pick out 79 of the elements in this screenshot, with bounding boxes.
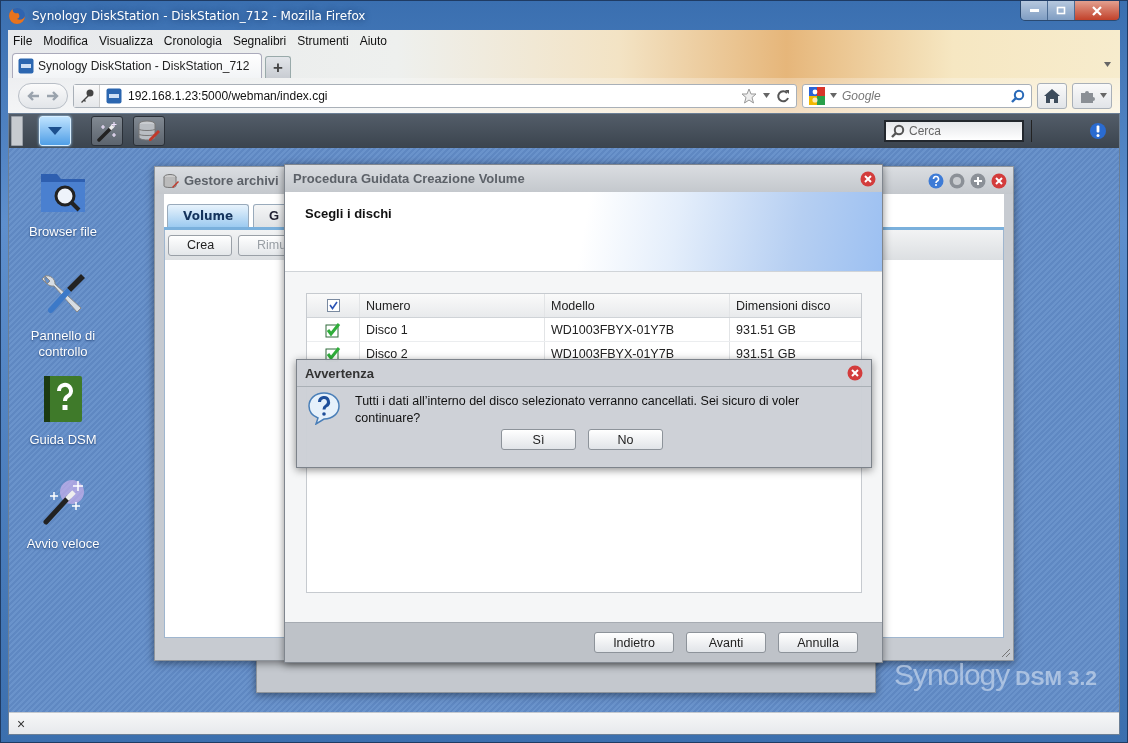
window-title: Gestore archivi [184,173,279,188]
column-header[interactable]: Dimensioni disco [729,294,861,317]
column-header[interactable]: Numero [359,294,544,317]
taskbar-app-button[interactable] [91,116,123,146]
url-text: 192.168.1.23:5000/webman/index.cgi [128,88,329,103]
taskbar-grip-icon[interactable] [11,116,23,146]
brand-name: Synology [893,658,1010,692]
bookmark-star-icon[interactable] [741,87,757,104]
menu-item[interactable]: Visualizza [99,33,153,48]
home-icon [1043,87,1061,104]
database-icon [137,119,161,143]
desktop-icon-label[interactable]: Guida DSM [15,432,111,448]
browser-logo-icon [8,6,26,25]
notification-icon[interactable] [1089,122,1107,140]
dropdown-caret-icon[interactable] [830,93,837,98]
addon-button[interactable] [1072,82,1112,109]
minimize-icon [1029,9,1039,12]
site-identity-button[interactable] [74,84,100,107]
tab[interactable]: Volume [167,204,249,227]
dropdown-caret-icon[interactable] [763,93,770,98]
row-checkbox[interactable] [325,321,341,338]
row-checkbox[interactable] [325,345,341,362]
magic-wand-icon [96,120,118,142]
dialog-button[interactable]: Avanti [686,632,766,653]
desktop-icon-label[interactable]: Pannello di controllo [15,328,111,360]
menu-item[interactable]: Aiuto [359,33,387,48]
menu-item[interactable]: Strumenti [297,33,349,48]
dialog-title: Avvertenza [305,365,374,381]
browser-tab[interactable]: Synology DiskStation - DiskStation_712 [12,53,262,78]
minimize-button[interactable] [1021,1,1048,20]
site-favicon-icon [106,87,122,104]
product-version: DSM 3.2 [1015,666,1097,690]
menu-button[interactable] [39,116,71,146]
search-field[interactable]: Google [802,83,1032,108]
maximize-icon[interactable] [970,172,986,189]
resize-grip-icon[interactable] [999,646,1011,658]
close-icon[interactable] [991,172,1007,189]
toolbar-button[interactable]: Crea [168,234,232,256]
dialog-button[interactable]: Sì [501,429,576,450]
dialog-button[interactable]: Annulla [778,632,858,653]
close-icon[interactable] [847,365,863,381]
question-icon [307,391,341,425]
dialog-button[interactable]: Indietro [594,632,674,653]
column-header[interactable]: Modello [544,294,729,317]
table-cell: Disco 1 [359,318,544,341]
maximize-button[interactable] [1048,1,1075,20]
select-all-checkbox[interactable] [326,299,340,312]
reload-icon[interactable] [776,88,790,103]
search-field[interactable]: Cerca [884,120,1024,142]
close-button[interactable]: × [17,715,26,732]
close-button[interactable] [1075,1,1119,20]
menu-item[interactable]: File [13,33,33,48]
close-icon[interactable] [860,170,876,187]
search-icon [891,124,905,138]
menu-item[interactable]: Segnalibri [232,33,287,48]
window-title: Procedura Guidata Creazione Volume [293,171,525,186]
down-triangle-icon [48,127,62,135]
help-icon[interactable] [928,172,944,189]
taskbar-app-button[interactable] [133,116,165,146]
table-cell: WD1003FBYX-01Y7B [544,318,729,341]
dialog-button[interactable]: No [588,429,663,450]
search-icon[interactable] [1011,88,1025,103]
close-icon [1091,4,1103,17]
address-bar[interactable]: 192.168.1.23:5000/webman/index.cgi [73,83,797,108]
alert-message: Tutti i dati all’interno del disco selezionato verranno cancellati. Sei sicuro di voler continuare? [355,393,801,427]
maximize-icon [1055,4,1067,17]
search-engine-icon[interactable] [809,86,825,105]
menu-item[interactable]: Modifica [43,33,89,48]
dropdown-caret-icon [1099,93,1107,98]
tab-list-caret-icon[interactable] [1104,62,1111,67]
menu-item[interactable]: Cronologia [163,33,222,48]
step-title: Scegli i dischi [305,206,392,221]
table-cell: 931.51 GB [729,318,861,341]
new-tab-button[interactable]: + [265,56,291,78]
window-title: Synology DiskStation - DiskStation_712 - Mozilla Firefox [32,8,366,23]
home-button[interactable] [1037,82,1067,109]
desktop-icon-label[interactable]: Avvio veloce [15,536,111,552]
database-icon [163,172,179,189]
site-favicon-icon [18,58,34,74]
